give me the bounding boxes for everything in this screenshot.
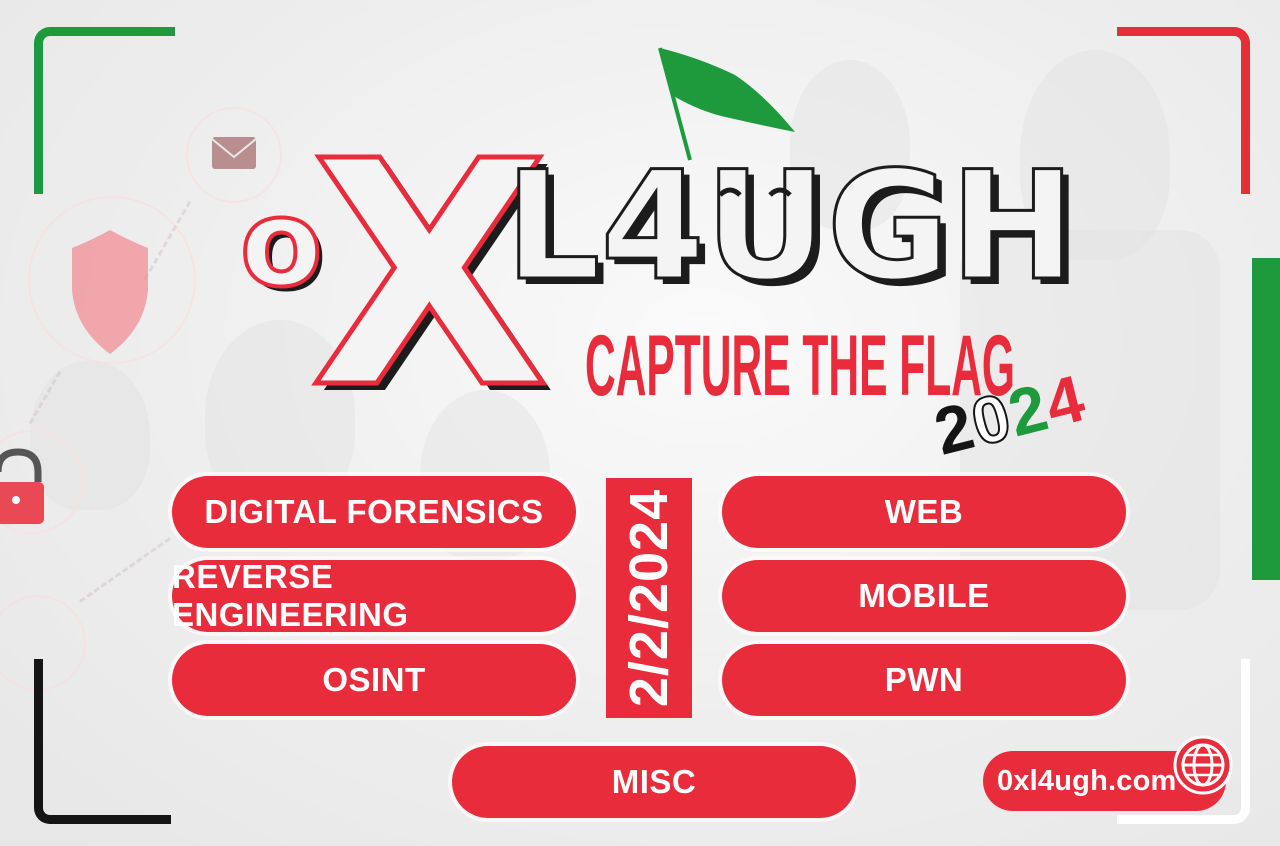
category-osint: OSINT (172, 644, 576, 716)
event-date: 2/2/2024 (606, 478, 692, 718)
category-misc: MISC (452, 746, 856, 818)
globe-icon (1173, 735, 1233, 795)
category-mobile: MOBILE (722, 560, 1126, 632)
category-reverse-engineering: REVERSE ENGINEERING (172, 558, 576, 633)
category-digital-forensics: DIGITAL FORENSICS (172, 476, 576, 548)
category-web: WEB (722, 476, 1126, 548)
logo: o o X X L4UGH L4UGH CAPTURE THE FLAG 2 0… (238, 47, 1092, 469)
logo-suffix: L4UGH (505, 140, 1075, 314)
event-date-text: 2/2/2024 (619, 488, 680, 708)
website-url: 0xl4ugh.com (997, 764, 1177, 797)
category-pwn: PWN (722, 644, 1126, 716)
